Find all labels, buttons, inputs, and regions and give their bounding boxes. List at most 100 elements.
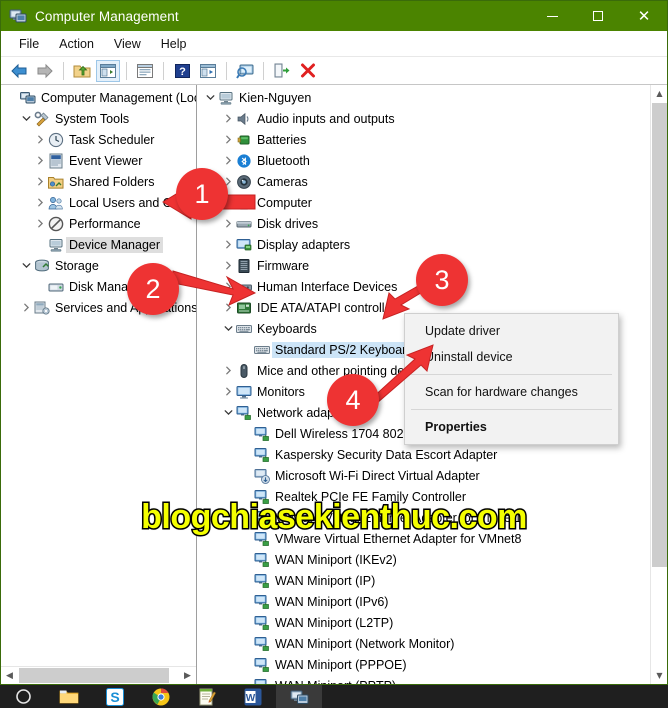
- tree-item[interactable]: Event Viewer: [1, 150, 196, 171]
- tree-item-label: Keyboards: [257, 321, 317, 336]
- tree-item[interactable]: Display adapters: [197, 234, 667, 255]
- tree-item[interactable]: Cameras: [197, 171, 667, 192]
- maximize-button[interactable]: [575, 1, 621, 31]
- context-menu-item-properties[interactable]: Properties: [405, 414, 618, 440]
- forward-icon[interactable]: [33, 60, 57, 82]
- toolbar-separator: [263, 61, 264, 80]
- chevron-right-icon[interactable]: [221, 114, 236, 123]
- tree-item[interactable]: Bluetooth: [197, 150, 667, 171]
- computer-management-icon: [20, 90, 36, 106]
- console-tree-pane[interactable]: Computer Management (Local System Tools Ta…: [1, 85, 197, 684]
- scroll-down-icon[interactable]: ▼: [651, 667, 667, 684]
- network-adapter-icon: [254, 594, 270, 610]
- device-tree-vertical-scrollbar[interactable]: ▲ ▼: [650, 85, 667, 684]
- tree-item[interactable]: WAN Miniport (IP): [197, 570, 667, 591]
- chevron-down-icon[interactable]: [19, 261, 34, 270]
- tree-item[interactable]: Microsoft Wi-Fi Direct Virtual Adapter: [197, 465, 667, 486]
- mouse-icon: [236, 363, 252, 379]
- back-icon[interactable]: [7, 60, 31, 82]
- left-pane-horizontal-scrollbar[interactable]: ◀ ▶: [1, 666, 196, 684]
- tree-item-label: WAN Miniport (IP): [275, 573, 376, 588]
- chevron-right-icon[interactable]: [33, 177, 48, 186]
- tree-item[interactable]: Task Scheduler: [1, 129, 196, 150]
- chevron-right-icon[interactable]: [221, 366, 236, 375]
- tree-item-label: Storage: [55, 258, 99, 273]
- tree-item[interactable]: WAN Miniport (IPv6): [197, 591, 667, 612]
- chevron-right-icon[interactable]: [33, 135, 48, 144]
- chevron-right-icon[interactable]: [221, 135, 236, 144]
- close-button[interactable]: ✕: [621, 1, 667, 31]
- tree-item-label: Disk drives: [257, 216, 319, 231]
- tree-item[interactable]: Disk drives: [197, 213, 667, 234]
- tree-item-label: Computer Management (Local: [41, 90, 197, 105]
- menu-file[interactable]: File: [9, 34, 49, 54]
- tree-item[interactable]: System Tools: [1, 108, 196, 129]
- horizontal-scroll-thumb[interactable]: [19, 668, 169, 683]
- toolbar-separator: [126, 61, 127, 80]
- network-adapter-icon: [254, 657, 270, 673]
- tree-item[interactable]: WAN Miniport (PPPOE): [197, 654, 667, 675]
- tree-item[interactable]: Computer Management (Local: [1, 87, 196, 108]
- bluetooth-icon: [236, 153, 252, 169]
- chevron-right-icon[interactable]: [19, 303, 34, 312]
- chevron-right-icon[interactable]: [33, 198, 48, 207]
- snagit-icon[interactable]: S: [92, 685, 138, 708]
- scroll-up-icon[interactable]: ▲: [651, 85, 667, 102]
- toolbar-separator: [163, 61, 164, 80]
- computer-management-taskbar-icon[interactable]: [276, 685, 322, 708]
- tree-item[interactable]: Computer: [197, 192, 667, 213]
- menu-help[interactable]: Help: [151, 34, 197, 54]
- tree-item[interactable]: WAN Miniport (Network Monitor): [197, 633, 667, 654]
- tree-item-label: WAN Miniport (PPTP): [275, 679, 396, 685]
- chevron-down-icon[interactable]: [221, 408, 236, 417]
- tree-item[interactable]: Batteries: [197, 129, 667, 150]
- chevron-right-icon[interactable]: [221, 240, 236, 249]
- chevron-right-icon[interactable]: [33, 156, 48, 165]
- chevron-down-icon[interactable]: [203, 93, 218, 102]
- tree-item-label: WAN Miniport (L2TP): [275, 615, 394, 630]
- action-list-icon[interactable]: [196, 60, 220, 82]
- cortana-search-icon[interactable]: [0, 685, 46, 708]
- watermark: blogchiasekienthuc.com: [140, 497, 529, 538]
- chevron-down-icon[interactable]: [221, 324, 236, 333]
- scan-computer-icon[interactable]: [233, 60, 257, 82]
- tree-item-label: Firmware: [257, 258, 310, 273]
- tree-item-label: Microsoft Wi-Fi Direct Virtual Adapter: [275, 468, 480, 483]
- properties-icon[interactable]: [133, 60, 157, 82]
- menu-action[interactable]: Action: [49, 34, 104, 54]
- battery-icon: [236, 132, 252, 148]
- chevron-right-icon[interactable]: [33, 219, 48, 228]
- keyboard-icon: [236, 321, 252, 337]
- word-icon[interactable]: W: [230, 685, 276, 708]
- notepad-icon[interactable]: [184, 685, 230, 708]
- tree-item[interactable]: Kien-Nguyen: [197, 87, 667, 108]
- up-folder-icon[interactable]: [70, 60, 94, 82]
- minimize-button[interactable]: [529, 1, 575, 31]
- export-list-icon[interactable]: [270, 60, 294, 82]
- chrome-icon[interactable]: [138, 685, 184, 708]
- computer-management-icon: [9, 7, 27, 25]
- tree-item-label: WAN Miniport (IPv6): [275, 594, 389, 609]
- tree-item[interactable]: Device Manager: [1, 234, 196, 255]
- chevron-right-icon[interactable]: [221, 387, 236, 396]
- toolbar-separator: [226, 61, 227, 80]
- show-hide-tree-icon[interactable]: [96, 59, 120, 82]
- network-adapter-icon: [254, 678, 270, 684]
- tree-item-label: Shared Folders: [69, 174, 155, 189]
- delete-icon[interactable]: [296, 60, 320, 82]
- file-explorer-icon[interactable]: [46, 685, 92, 708]
- shared-folders-icon: [48, 174, 64, 190]
- storage-icon: [34, 258, 50, 274]
- menu-view[interactable]: View: [104, 34, 151, 54]
- tree-item[interactable]: WAN Miniport (PPTP): [197, 675, 667, 684]
- tree-item[interactable]: WAN Miniport (L2TP): [197, 612, 667, 633]
- keyboard-icon: [254, 342, 270, 358]
- chevron-right-icon[interactable]: [221, 156, 236, 165]
- tree-item[interactable]: Audio inputs and outputs: [197, 108, 667, 129]
- tree-item[interactable]: Kaspersky Security Data Escort Adapter: [197, 444, 667, 465]
- chevron-down-icon[interactable]: [19, 114, 34, 123]
- scroll-right-icon[interactable]: ▶: [179, 667, 196, 684]
- tree-item[interactable]: WAN Miniport (IKEv2): [197, 549, 667, 570]
- help-icon[interactable]: ?: [170, 60, 194, 82]
- scroll-left-icon[interactable]: ◀: [1, 667, 18, 684]
